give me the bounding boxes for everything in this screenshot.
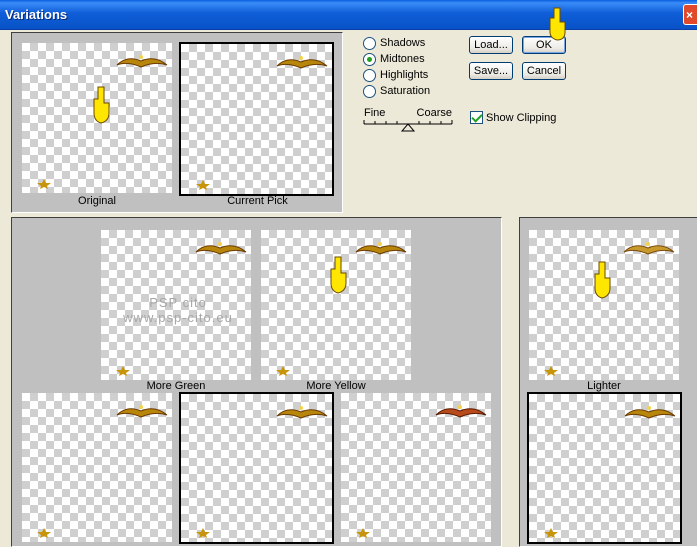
radio-label: Shadows <box>380 37 426 49</box>
pointing-hand-icon <box>549 7 566 41</box>
variation-thumbnail[interactable] <box>22 393 172 542</box>
star-decoration <box>37 528 51 538</box>
load-button[interactable]: Load... <box>469 36 513 54</box>
radio-highlights[interactable]: Highlights <box>363 67 428 83</box>
gold-ribbon-decoration <box>355 242 407 255</box>
original-caption: Original <box>78 195 116 207</box>
close-icon: × <box>686 8 694 22</box>
star-decoration <box>37 179 51 189</box>
cancel-button[interactable]: Cancel <box>522 62 566 80</box>
current-pick-thumbnail <box>179 42 334 196</box>
star-decoration <box>116 366 130 376</box>
pointing-hand-icon <box>330 256 347 294</box>
gold-ribbon-decoration <box>276 406 328 419</box>
pointing-hand-icon <box>93 86 110 124</box>
gold-ribbon-decoration <box>195 242 247 255</box>
radio-button[interactable] <box>363 52 376 66</box>
variation-thumbnail-selected[interactable] <box>179 392 334 544</box>
save-button[interactable]: Save... <box>469 62 513 80</box>
variation-thumbnail[interactable] <box>341 393 491 542</box>
gold-ribbon-decoration <box>276 56 328 69</box>
show-clipping-checkbox[interactable]: Show Clipping <box>470 111 556 124</box>
gold-ribbon-decoration <box>116 55 168 68</box>
star-decoration <box>544 528 558 538</box>
current-brightness-thumbnail[interactable] <box>527 392 682 544</box>
lighter-thumbnail[interactable] <box>529 230 679 380</box>
checkbox-box[interactable] <box>470 111 483 124</box>
radio-label: Saturation <box>380 85 431 97</box>
lighter-caption: Lighter <box>587 380 621 392</box>
radio-button[interactable] <box>363 36 376 50</box>
red-ribbon-decoration <box>435 405 487 418</box>
more-green-thumbnail[interactable]: PSP cito www.psp-cito.eu <box>101 230 251 380</box>
gold-ribbon-decoration <box>623 242 675 255</box>
radio-shadows[interactable]: Shadows <box>363 35 425 51</box>
title-bar[interactable]: Variations × <box>0 0 697 30</box>
more-yellow-thumbnail[interactable] <box>261 230 411 380</box>
more-yellow-caption: More Yellow <box>306 380 366 392</box>
radio-button[interactable] <box>363 68 376 82</box>
original-thumbnail <box>22 43 172 193</box>
pointing-hand-icon <box>594 261 611 299</box>
star-decoration <box>356 528 370 538</box>
more-green-caption: More Green <box>146 380 206 392</box>
star-decoration <box>196 180 210 190</box>
star-decoration <box>544 366 558 376</box>
show-clipping-label: Show Clipping <box>486 111 557 124</box>
gold-ribbon-decoration <box>116 405 168 418</box>
fine-coarse-slider[interactable] <box>362 118 454 134</box>
gold-ribbon-decoration <box>624 406 676 419</box>
slider-thumb-icon <box>400 123 416 132</box>
radio-label: Highlights <box>380 69 429 81</box>
star-decoration <box>196 528 210 538</box>
radio-saturation[interactable]: Saturation <box>363 83 430 99</box>
radio-label: Midtones <box>380 53 425 65</box>
radio-button[interactable] <box>363 84 376 98</box>
window-title: Variations <box>5 7 68 22</box>
star-decoration <box>276 366 290 376</box>
watermark: PSP cito www.psp-cito.eu <box>123 295 233 325</box>
close-button[interactable]: × <box>683 4 697 25</box>
current-pick-caption: Current Pick <box>227 195 288 207</box>
radio-midtones[interactable]: Midtones <box>363 51 425 67</box>
